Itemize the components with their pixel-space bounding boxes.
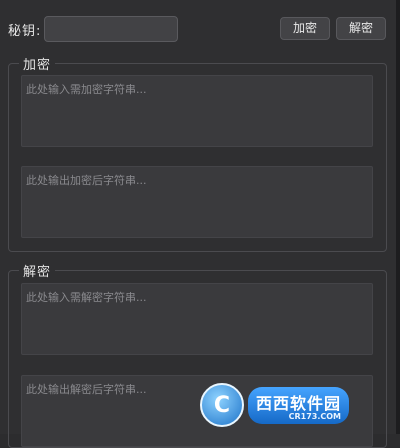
watermark-brand-text: 西西软件园	[256, 393, 342, 413]
watermark-brand: 西西软件园 CR173.COM	[248, 386, 350, 424]
watermark-circle-icon: C	[200, 383, 244, 427]
key-row: 秘钥:	[8, 16, 178, 42]
decrypt-input-textarea[interactable]	[21, 283, 373, 355]
watermark-logo: C 西西软件园 CR173.COM	[200, 380, 385, 430]
encrypt-button[interactable]: 加密	[280, 17, 330, 40]
key-input[interactable]	[44, 16, 178, 42]
encrypt-output-textarea[interactable]	[21, 166, 373, 238]
encrypt-group: 加密	[8, 54, 387, 252]
encrypt-group-title: 加密	[19, 54, 56, 73]
decrypt-group-title: 解密	[19, 261, 56, 280]
encrypt-input-textarea[interactable]	[21, 75, 373, 147]
app-window: 秘钥: 加密 解密 加密 解密 C 西西软件园 CR173.COM	[0, 0, 400, 448]
key-label: 秘钥:	[8, 23, 42, 39]
decrypt-button[interactable]: 解密	[336, 17, 386, 40]
